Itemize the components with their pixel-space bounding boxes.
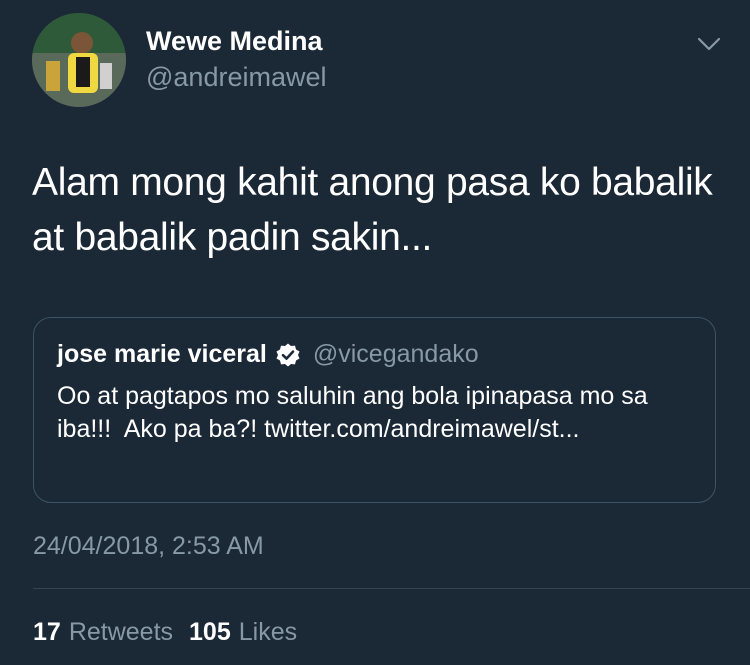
- likes-count: 105: [189, 618, 231, 646]
- author-avatar[interactable]: [32, 13, 126, 107]
- likes-stat[interactable]: 105 Likes: [189, 618, 297, 647]
- quoted-tweet[interactable]: jose marie viceral @vicegandako Oo at pa…: [33, 317, 716, 503]
- tweet-timestamp[interactable]: 24/04/2018, 2:53 AM: [33, 532, 264, 561]
- tweet-stats: 17 Retweets 105 Likes: [33, 618, 297, 647]
- chevron-down-icon[interactable]: [695, 30, 723, 58]
- tweet-text: Alam mong kahit anong pasa ko babalik at…: [32, 161, 713, 259]
- quoted-author-handle[interactable]: @vicegandako: [313, 340, 479, 369]
- quoted-author-name[interactable]: jose marie viceral: [57, 340, 267, 369]
- author-handle[interactable]: @andreimawel: [146, 62, 326, 93]
- likes-label: Likes: [238, 618, 298, 646]
- quoted-tweet-text: Oo at pagtapos mo saluhin ang bola ipina…: [57, 382, 655, 443]
- author-name[interactable]: Wewe Medina: [146, 26, 323, 57]
- verified-badge-icon: [275, 342, 301, 368]
- retweets-count: 17: [33, 618, 61, 646]
- avatar-photo: [32, 13, 126, 107]
- quoted-tweet-header: jose marie viceral @vicegandako: [57, 340, 479, 369]
- retweets-stat[interactable]: 17 Retweets: [33, 618, 173, 647]
- tweet-card: Wewe Medina @andreimawel Alam mong kahit…: [0, 0, 750, 665]
- stats-divider: [33, 588, 750, 589]
- retweets-label: Retweets: [68, 618, 174, 646]
